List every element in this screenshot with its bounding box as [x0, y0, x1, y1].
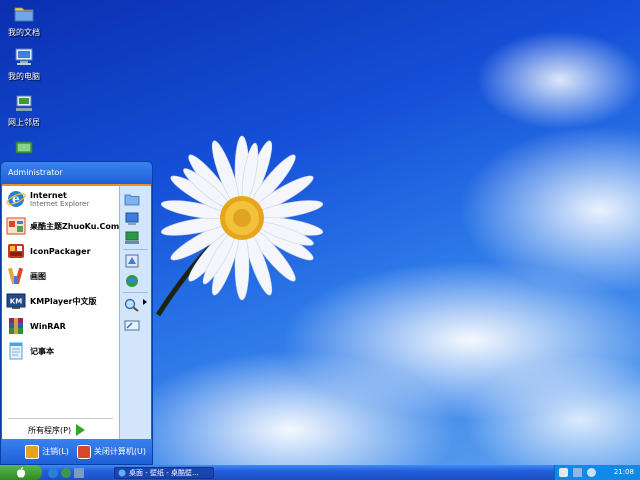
program-name: IconPackager — [30, 246, 91, 256]
start-menu-username: Administrator — [1, 162, 152, 184]
shutdown-label: 关闭计算机(U) — [93, 447, 146, 456]
log-off-button[interactable]: 注销(L) — [25, 444, 69, 459]
all-programs-button[interactable]: 所有程序(P) — [28, 424, 86, 436]
paint-icon — [7, 267, 24, 285]
computer-icon — [15, 48, 33, 65]
volume-tray-icon[interactable] — [587, 468, 596, 477]
desktop-icon-label: 网上邻居 — [8, 118, 40, 127]
quick-launch — [48, 467, 84, 478]
monitor-icon — [15, 141, 33, 154]
my-computer-icon[interactable] — [124, 212, 140, 226]
program-internet-explorer[interactable]: e Internet Internet Explorer — [6, 188, 89, 210]
all-programs-label: 所有程序(P) — [28, 425, 72, 435]
program-name: KMPlayer中文版 — [30, 296, 97, 306]
program-name: 记事本 — [30, 346, 54, 356]
network-places-icon[interactable] — [124, 231, 140, 245]
internet-explorer-icon: e — [6, 191, 26, 207]
desktop-icon-network[interactable]: 网上邻居 — [2, 94, 46, 128]
network-icon — [16, 95, 32, 111]
browser-quicklaunch-icon[interactable] — [61, 467, 71, 478]
kmplayer-icon: KM — [6, 293, 26, 309]
search-icon[interactable] — [124, 298, 140, 312]
clock[interactable]: 21:08 — [614, 468, 634, 476]
desktop-icon-my-computer[interactable]: 我的电脑 — [2, 48, 46, 82]
program-iconpackager[interactable]: IconPackager — [6, 240, 91, 262]
winrar-icon — [9, 318, 23, 334]
desktop-icon-monitor[interactable] — [2, 140, 46, 163]
menu-separator — [123, 292, 148, 293]
power-icon — [76, 444, 91, 459]
start-button[interactable] — [0, 465, 42, 480]
folder-icon — [14, 7, 34, 22]
internet-explorer-icon — [118, 469, 126, 476]
my-documents-icon[interactable] — [124, 192, 140, 206]
zhuoku-theme-icon — [6, 217, 26, 235]
program-paint[interactable]: 画图 — [6, 265, 46, 287]
daisy-wallpaper-image — [155, 135, 324, 317]
pinned-programs-list: e Internet Internet Explorer 桌酷主题ZhuoKu.… — [2, 184, 119, 441]
system-places-column — [119, 184, 151, 441]
desktop-quicklaunch-icon[interactable] — [74, 467, 84, 478]
shutdown-button[interactable]: 关闭计算机(U) — [76, 444, 146, 459]
taskbar-window-button[interactable]: 桌面 - 壁纸 - 桌酷壁... — [114, 466, 214, 479]
program-notepad[interactable]: 记事本 — [6, 340, 54, 362]
network-tray-icon[interactable] — [573, 468, 582, 477]
log-off-label: 注销(L) — [42, 447, 69, 456]
desktop-icon-my-documents[interactable]: 我的文档 — [2, 4, 46, 38]
notepad-icon — [9, 342, 23, 360]
start-menu-footer: 注销(L) 关闭计算机(U) — [1, 439, 152, 464]
apple-logo-icon — [17, 467, 25, 478]
key-icon — [25, 444, 40, 459]
desktop-icon-label: 我的文档 — [8, 28, 40, 37]
program-name: 画图 — [30, 271, 46, 281]
menu-separator — [8, 418, 113, 419]
control-panel-icon[interactable] — [124, 254, 140, 268]
connect-to-icon[interactable] — [124, 274, 140, 288]
start-menu: Administrator e Internet Internet Explor… — [0, 161, 153, 465]
ie-quicklaunch-icon[interactable] — [48, 467, 58, 478]
menu-separator — [123, 249, 148, 250]
taskbar: 桌面 - 壁纸 - 桌酷壁... 21:08 — [0, 465, 640, 480]
submenu-arrow-icon — [143, 299, 147, 305]
run-icon[interactable] — [124, 318, 140, 332]
program-kmplayer[interactable]: KM KMPlayer中文版 — [6, 290, 97, 312]
program-subtitle: Internet Explorer — [30, 199, 90, 208]
svg-text:KM: KM — [10, 298, 22, 306]
desktop-icon-label: 我的电脑 — [8, 72, 40, 81]
program-zhuoku[interactable]: 桌酷主题ZhuoKu.Com — [6, 215, 119, 237]
iconpackager-icon — [8, 244, 24, 258]
program-name: 桌酷主题ZhuoKu.Com — [30, 221, 120, 231]
tray-arrow-icon[interactable] — [559, 468, 568, 477]
arrow-right-icon — [76, 424, 86, 436]
program-name: Internet — [30, 190, 67, 200]
start-menu-body: e Internet Internet Explorer 桌酷主题ZhuoKu.… — [2, 184, 151, 441]
program-winrar[interactable]: WinRAR — [6, 315, 66, 337]
program-name: WinRAR — [30, 321, 66, 331]
taskbar-window-title: 桌面 - 壁纸 - 桌酷壁... — [129, 468, 199, 477]
